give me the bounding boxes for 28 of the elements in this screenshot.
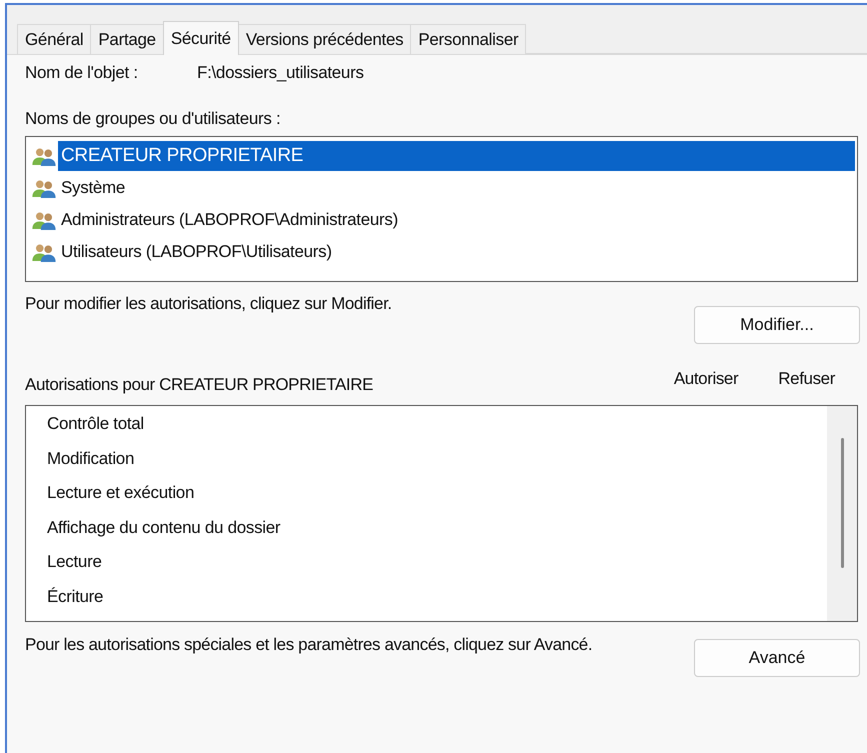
permission-item: Affichage du contenu du dossier [47,518,282,538]
group-item[interactable]: Utilisateurs (LABOPROF\Utilisateurs) [58,238,335,266]
hint-text: Pour modifier les autorisations, cliquez sur Modifier. [25,293,392,314]
object-name-label: Nom de l'objet : [25,63,139,83]
column-header: Refuser [778,369,835,389]
column-header: Autoriser [674,369,738,389]
permission-item: Lecture [47,552,103,573]
group-item[interactable]: Système [58,174,128,202]
users-icon [32,146,56,166]
permission-item: Lecture et exécution [47,483,196,504]
permission-item: Écriture [47,586,104,608]
object-name-value: F:\dossiers_utilisateurs [197,63,364,83]
permissions-label: Autorisations pour CREATEUR PROPRIETAIRE [25,375,374,395]
users-icon [32,210,56,230]
tab[interactable]: Personnaliser [410,24,526,54]
permission-item: Contrôle total [47,414,145,435]
hint-text: Pour les autorisations spéciales et les paramètres avancés, cliquez sur Avancé. [25,634,594,655]
advanced-button[interactable]: Avancé [694,639,860,677]
permission-item: Modification [47,448,136,470]
users-icon [32,242,56,262]
group-item[interactable]: CREATEUR PROPRIETAIRE [58,141,855,171]
groups-label: Noms de groupes ou d'utilisateurs : [25,109,282,129]
group-item[interactable]: Administrateurs (LABOPROF\Administrateurs) [58,206,401,234]
tab[interactable]: Sécurité [162,21,239,55]
users-icon [32,178,56,198]
modify-button[interactable]: Modifier... [694,306,860,344]
scrollbar[interactable] [827,406,857,621]
tab[interactable]: Général [17,24,92,54]
